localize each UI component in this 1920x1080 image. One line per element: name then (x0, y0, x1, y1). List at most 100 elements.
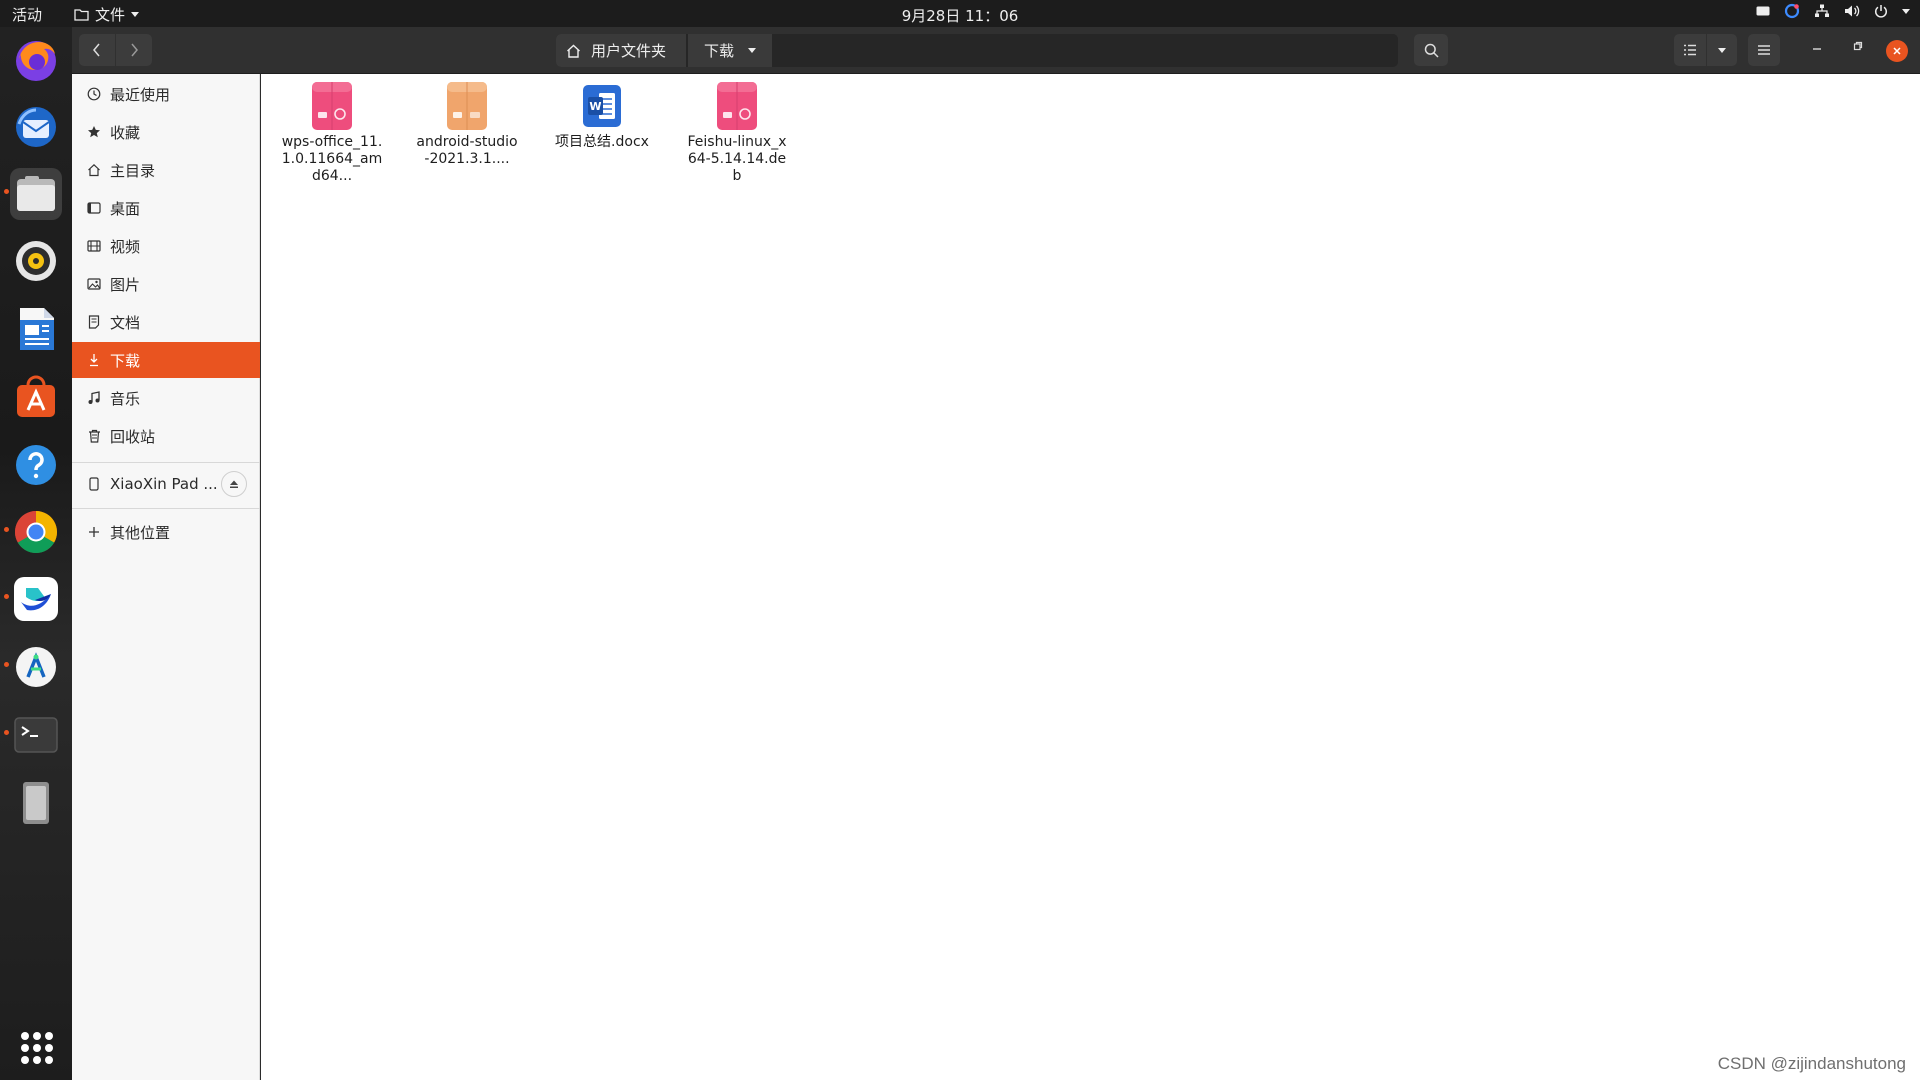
maximize-button[interactable] (1853, 40, 1863, 55)
sidebar-item-pictures[interactable]: 图片 (72, 266, 260, 302)
sidebar-separator (72, 462, 260, 463)
breadcrumb-home[interactable]: 用户文件夹 (556, 34, 686, 67)
sidebar-item-trash[interactable]: 回收站 (72, 418, 260, 454)
dock-ubuntu-software[interactable] (10, 371, 62, 423)
network-icon[interactable] (1814, 4, 1830, 18)
file-item[interactable]: wps-office_11.1.0.11664_amd64... (277, 80, 387, 185)
eject-button[interactable] (221, 471, 247, 497)
system-tray[interactable] (1756, 3, 1910, 19)
sidebar-item-label: 音乐 (110, 389, 141, 408)
forward-button[interactable] (116, 34, 152, 66)
chevron-down-icon (748, 48, 757, 53)
path-bar[interactable]: 用户文件夹 下载 (556, 34, 1398, 67)
list-view-button[interactable] (1674, 34, 1706, 66)
breadcrumb-current[interactable]: 下载 (688, 34, 772, 67)
word-document-icon: W (583, 85, 621, 127)
dock-android-studio[interactable] (10, 641, 62, 693)
sidebar-item-label: 最近使用 (110, 85, 171, 104)
power-icon[interactable] (1874, 4, 1888, 18)
folder-icon (74, 9, 89, 21)
restore-icon (1853, 41, 1863, 51)
dock-firefox[interactable] (10, 34, 62, 86)
writer-icon (20, 308, 54, 350)
dock (0, 27, 72, 1080)
main-menu-button[interactable] (1748, 34, 1780, 66)
eject-icon (230, 480, 238, 488)
sidebar-item-documents[interactable]: 文档 (72, 304, 260, 340)
plus-icon (86, 524, 102, 540)
top-bar: 活动 文件 9月28日 11：06 (0, 0, 1920, 27)
clock-icon (86, 86, 102, 102)
star-icon (86, 124, 102, 140)
rhythmbox-icon (16, 241, 56, 281)
header-bar: 用户文件夹 下载 (72, 27, 1920, 74)
file-view[interactable]: wps-office_11.1.0.11664_amd64... android… (261, 74, 1920, 1080)
dock-removable-device[interactable] (10, 777, 62, 829)
file-name: Feishu-linux_x64-5.14.14.deb (687, 134, 787, 184)
chrome-icon (14, 511, 58, 554)
chevron-left-icon (93, 43, 100, 57)
close-button[interactable] (1886, 40, 1908, 62)
volume-icon[interactable] (1844, 4, 1860, 18)
clock[interactable]: 9月28日 11：06 (902, 7, 1019, 25)
search-icon (1424, 43, 1439, 58)
sidebar-item-other-locations[interactable]: 其他位置 (72, 512, 260, 552)
activities-button[interactable]: 活动 (12, 4, 42, 25)
keyboard-icon[interactable] (1756, 6, 1770, 16)
sidebar-item-starred[interactable]: 收藏 (72, 114, 260, 150)
chevron-down-icon (1718, 47, 1726, 53)
sidebar-item-label: 回收站 (110, 427, 156, 446)
desktop-icon (86, 200, 102, 216)
image-icon (86, 276, 102, 292)
chevron-down-icon[interactable] (1902, 8, 1910, 14)
download-icon (86, 352, 102, 368)
file-name: wps-office_11.1.0.11664_amd64... (281, 134, 383, 184)
help-icon (16, 445, 56, 485)
sidebar-item-label: 图片 (110, 275, 141, 294)
hamburger-menu-icon (1758, 45, 1770, 55)
sidebar-item-label: 文档 (110, 313, 141, 332)
dock-libreoffice-writer[interactable] (10, 303, 62, 355)
sidebar-item-home[interactable]: 主目录 (72, 152, 260, 188)
sidebar-item-label: 其他位置 (110, 523, 171, 542)
home-icon (86, 162, 102, 178)
thunderbird-icon (16, 107, 56, 147)
chevron-right-icon (131, 43, 138, 57)
dock-rhythmbox[interactable] (10, 235, 62, 287)
firefox-icon (16, 41, 56, 81)
dock-help[interactable] (10, 439, 62, 491)
dock-files[interactable] (10, 168, 62, 220)
view-options-button[interactable] (1707, 34, 1737, 66)
sidebar-item-videos[interactable]: 视频 (72, 228, 260, 264)
breadcrumb-label: 用户文件夹 (591, 42, 667, 60)
minimize-button[interactable] (1812, 40, 1822, 55)
color-app-indicator-icon[interactable] (1784, 3, 1800, 19)
feishu-icon (14, 577, 58, 621)
file-item[interactable]: W 项目总结.docx (547, 80, 657, 151)
back-button[interactable] (79, 34, 115, 66)
file-item[interactable]: android-studio-2021.3.1.... (412, 80, 522, 168)
sidebar-item-label: 视频 (110, 237, 141, 256)
show-apps-icon[interactable] (21, 1032, 53, 1064)
document-icon (86, 314, 102, 330)
sidebar-item-downloads[interactable]: 下载 (72, 342, 260, 378)
search-button[interactable] (1414, 34, 1448, 66)
file-item[interactable]: Feishu-linux_x64-5.14.14.deb (682, 80, 792, 185)
android-studio-icon (16, 647, 56, 687)
sidebar-item-desktop[interactable]: 桌面 (72, 190, 260, 226)
removable-drive-icon (23, 782, 49, 824)
files-icon (17, 176, 55, 211)
sidebar-item-music[interactable]: 音乐 (72, 380, 260, 416)
app-menu[interactable]: 文件 (74, 4, 140, 25)
chevron-down-icon (131, 12, 140, 17)
dock-feishu[interactable] (10, 573, 62, 625)
sidebar-item-label: XiaoXin Pad ... (110, 475, 218, 493)
dock-chrome[interactable] (10, 506, 62, 558)
sidebar-item-label: 桌面 (110, 199, 141, 218)
sidebar-item-label: 下载 (110, 351, 141, 370)
dock-terminal[interactable] (10, 709, 62, 761)
app-menu-label: 文件 (95, 6, 126, 24)
sidebar-item-recent[interactable]: 最近使用 (72, 76, 260, 112)
breadcrumb-label: 下载 (704, 42, 735, 60)
dock-thunderbird[interactable] (10, 101, 62, 153)
